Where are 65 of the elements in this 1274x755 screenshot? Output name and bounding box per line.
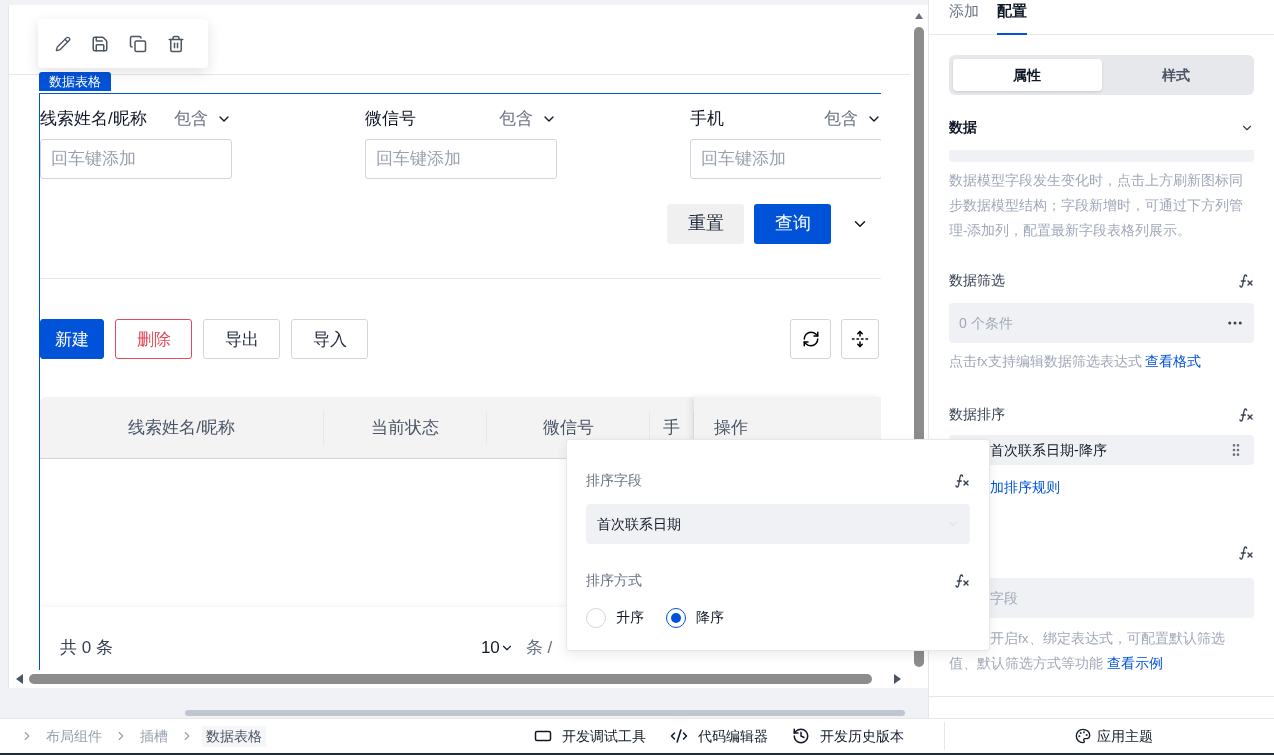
row-height-button[interactable]	[841, 319, 879, 360]
function-icon[interactable]	[1238, 545, 1254, 561]
panel-tab[interactable]: 配置	[997, 0, 1027, 35]
query-button[interactable]: 查询	[754, 203, 831, 244]
action-button[interactable]: 导出	[203, 319, 280, 360]
filter-input[interactable]: 回车键添加	[40, 138, 232, 179]
dev-tool-button[interactable]: 开发调试工具	[534, 725, 646, 747]
filter-input[interactable]: 回车键添加	[365, 138, 557, 179]
refresh-icon	[801, 330, 820, 349]
filter-label: 手机	[690, 108, 724, 131]
help-text: 开启fx、绑定表达式，可配置默认筛选	[989, 630, 1226, 648]
function-icon[interactable]	[1238, 406, 1254, 423]
column-header: 线索姓名/昵称	[128, 417, 235, 440]
column-header: 手	[663, 417, 680, 440]
filter-label: 线索姓名/昵称	[40, 108, 147, 131]
help-text: 数据模型字段发生变化时，点击上方刷新图标同步数据模型结构；字段新增时，可通过下方列管理-添加列，配置最新字段表格列展示。	[949, 172, 1244, 240]
refresh-button[interactable]	[790, 319, 831, 360]
filter-label: 微信号	[365, 108, 416, 131]
function-icon[interactable]	[954, 572, 970, 589]
condition-count: 0 个条件	[959, 313, 1013, 333]
function-icon[interactable]	[1238, 272, 1254, 289]
component-label: 数据表格	[39, 72, 111, 92]
sort-field-select[interactable]: 首次联系日期	[586, 504, 970, 544]
filter-input[interactable]: 回车键添加	[690, 138, 881, 179]
column-header: 微信号	[542, 417, 594, 440]
expand-vertical-icon	[851, 330, 869, 349]
section-title: 数据排序	[949, 405, 1005, 424]
action-button[interactable]: 导入	[291, 319, 368, 360]
save-icon[interactable]	[91, 34, 109, 53]
column-header: 当前状态	[371, 417, 439, 440]
panel-tab[interactable]: 添加	[949, 0, 979, 35]
field-label: 排序方式	[586, 571, 642, 590]
page-size-select[interactable]: 10	[480, 634, 514, 661]
dev-tool-button[interactable]: 代码编辑器	[670, 725, 768, 747]
action-button[interactable]: 删除	[115, 319, 192, 360]
history-icon	[792, 727, 810, 745]
apply-theme-button[interactable]: 应用主题	[1075, 725, 1153, 747]
palette-icon	[1075, 728, 1091, 744]
sort-order-radio[interactable]: 降序	[666, 607, 724, 628]
function-icon[interactable]	[954, 472, 970, 489]
breadcrumb-item[interactable]: 数据表格	[202, 725, 266, 747]
section-title: 数据筛选	[949, 271, 1005, 290]
view-format-link[interactable]: 查看格式	[1145, 354, 1202, 369]
action-button[interactable]: 新建	[40, 319, 104, 360]
page-size-unit: 条 /	[525, 636, 553, 659]
edit-icon[interactable]	[55, 35, 71, 52]
copy-icon[interactable]	[129, 34, 147, 53]
add-sort-rule-link[interactable]: 加排序规则	[990, 477, 1254, 498]
field-label: 排序字段	[586, 471, 642, 490]
view-example-link[interactable]: 查看示例	[1106, 656, 1163, 671]
operator-select[interactable]: 包含	[174, 106, 232, 132]
operator-select[interactable]: 包含	[499, 106, 557, 132]
help-text: 点击fx支持编辑数据筛选表达式 查看格式	[949, 353, 1203, 371]
delete-icon[interactable]	[167, 34, 185, 53]
field-placeholder: 字段	[990, 588, 1018, 608]
segment-tab[interactable]: 属性	[953, 59, 1102, 91]
section-title: 数据	[949, 118, 977, 137]
dev-tool-button[interactable]: 开发历史版本	[792, 725, 904, 747]
operator-select[interactable]: 包含	[824, 106, 881, 132]
sort-order-radio[interactable]: 升序	[586, 607, 644, 628]
segment-tab[interactable]: 样式	[1101, 59, 1250, 91]
help-text: 值、默认筛选方式等功能 查看示例	[949, 655, 1164, 673]
reset-button[interactable]: 重置	[667, 203, 744, 244]
total-count: 共 0 条	[60, 636, 113, 659]
code-icon	[670, 727, 688, 745]
